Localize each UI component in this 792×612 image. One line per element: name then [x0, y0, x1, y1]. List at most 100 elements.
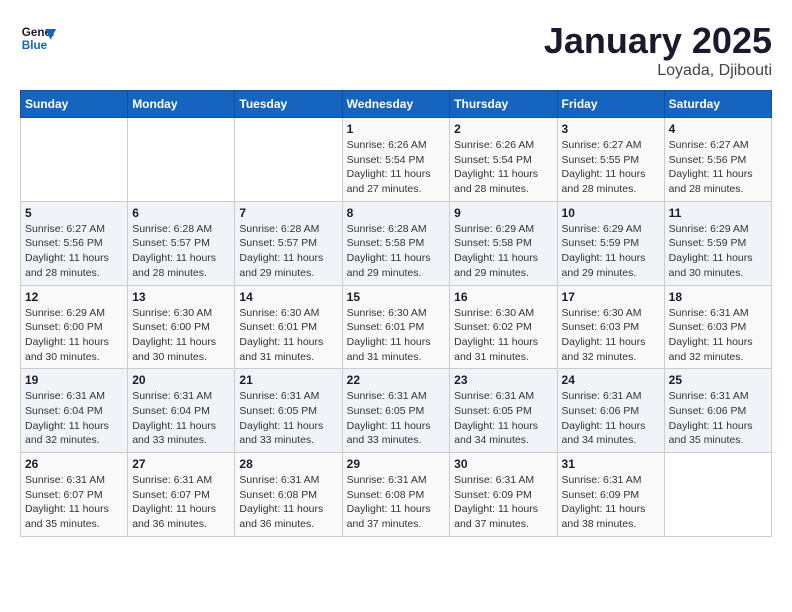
calendar-cell: 2 Sunrise: 6:26 AM Sunset: 5:54 PM Daylig…	[450, 118, 557, 202]
day-info: Sunrise: 6:30 AM Sunset: 6:00 PM Dayligh…	[132, 306, 230, 365]
calendar-cell: 9 Sunrise: 6:29 AM Sunset: 5:58 PM Daylig…	[450, 201, 557, 285]
header-saturday: Saturday	[664, 91, 771, 118]
day-number: 20	[132, 373, 230, 387]
calendar-cell: 10Sunrise: 6:29 AM Sunset: 5:59 PM Dayli…	[557, 201, 664, 285]
day-number: 5	[25, 206, 123, 220]
day-info: Sunrise: 6:31 AM Sunset: 6:05 PM Dayligh…	[239, 389, 337, 448]
calendar-cell: 21 Sunrise: 6:31 AM Sunset: 6:05 PM Dayli…	[235, 369, 342, 453]
calendar-cell: 15 Sunrise: 6:30 AM Sunset: 6:01 PM Dayli…	[342, 285, 450, 369]
day-info: Sunrise: 6:27 AM Sunset: 5:56 PM Dayligh…	[25, 222, 123, 281]
logo: General Blue	[20, 20, 60, 61]
header-monday: Monday	[128, 91, 235, 118]
calendar-cell: 4Sunrise: 6:27 AM Sunset: 5:56 PM Daylig…	[664, 118, 771, 202]
calendar-body: 1 Sunrise: 6:26 AM Sunset: 5:54 PM Daylig…	[21, 118, 772, 537]
page-header: General Blue January 2025 Loyada, Djibou…	[20, 20, 772, 80]
day-info: Sunrise: 6:31 AM Sunset: 6:04 PM Dayligh…	[132, 389, 230, 448]
calendar-week-3: 12Sunrise: 6:29 AM Sunset: 6:00 PM Dayli…	[21, 285, 772, 369]
day-number: 8	[347, 206, 446, 220]
day-info: Sunrise: 6:30 AM Sunset: 6:01 PM Dayligh…	[347, 306, 446, 365]
day-number: 10	[562, 206, 660, 220]
calendar-table: Sunday Monday Tuesday Wednesday Thursday…	[20, 90, 772, 537]
calendar-week-4: 19 Sunrise: 6:31 AM Sunset: 6:04 PM Dayli…	[21, 369, 772, 453]
day-number: 30	[454, 457, 552, 471]
header-row: Sunday Monday Tuesday Wednesday Thursday…	[21, 91, 772, 118]
day-info: Sunrise: 6:29 AM Sunset: 5:58 PM Dayligh…	[454, 222, 552, 281]
day-info: Sunrise: 6:30 AM Sunset: 6:03 PM Dayligh…	[562, 306, 660, 365]
header-sunday: Sunday	[21, 91, 128, 118]
day-info: Sunrise: 6:31 AM Sunset: 6:05 PM Dayligh…	[347, 389, 446, 448]
day-info: Sunrise: 6:30 AM Sunset: 6:02 PM Dayligh…	[454, 306, 552, 365]
day-number: 11	[669, 206, 767, 220]
calendar-cell: 31Sunrise: 6:31 AM Sunset: 6:09 PM Dayli…	[557, 453, 664, 537]
day-number: 18	[669, 290, 767, 304]
calendar-week-2: 5 Sunrise: 6:27 AM Sunset: 5:56 PM Daylig…	[21, 201, 772, 285]
day-number: 16	[454, 290, 552, 304]
calendar-week-1: 1 Sunrise: 6:26 AM Sunset: 5:54 PM Daylig…	[21, 118, 772, 202]
day-number: 29	[347, 457, 446, 471]
calendar-cell: 27 Sunrise: 6:31 AM Sunset: 6:07 PM Dayli…	[128, 453, 235, 537]
header-friday: Friday	[557, 91, 664, 118]
calendar-cell	[235, 118, 342, 202]
day-number: 13	[132, 290, 230, 304]
calendar-cell: 12Sunrise: 6:29 AM Sunset: 6:00 PM Dayli…	[21, 285, 128, 369]
calendar-cell: 18 Sunrise: 6:31 AM Sunset: 6:03 PM Dayli…	[664, 285, 771, 369]
day-info: Sunrise: 6:31 AM Sunset: 6:07 PM Dayligh…	[132, 473, 230, 532]
header-thursday: Thursday	[450, 91, 557, 118]
day-number: 6	[132, 206, 230, 220]
day-info: Sunrise: 6:27 AM Sunset: 5:55 PM Dayligh…	[562, 138, 660, 197]
day-number: 23	[454, 373, 552, 387]
day-number: 22	[347, 373, 446, 387]
day-info: Sunrise: 6:29 AM Sunset: 5:59 PM Dayligh…	[669, 222, 767, 281]
day-info: Sunrise: 6:30 AM Sunset: 6:01 PM Dayligh…	[239, 306, 337, 365]
calendar-cell: 20 Sunrise: 6:31 AM Sunset: 6:04 PM Dayli…	[128, 369, 235, 453]
svg-text:Blue: Blue	[22, 39, 48, 52]
page-title: January 2025	[544, 20, 772, 62]
calendar-cell: 28Sunrise: 6:31 AM Sunset: 6:08 PM Dayli…	[235, 453, 342, 537]
calendar-cell: 26Sunrise: 6:31 AM Sunset: 6:07 PM Dayli…	[21, 453, 128, 537]
calendar-header: Sunday Monday Tuesday Wednesday Thursday…	[21, 91, 772, 118]
day-info: Sunrise: 6:28 AM Sunset: 5:57 PM Dayligh…	[239, 222, 337, 281]
calendar-cell: 3Sunrise: 6:27 AM Sunset: 5:55 PM Daylig…	[557, 118, 664, 202]
day-info: Sunrise: 6:26 AM Sunset: 5:54 PM Dayligh…	[454, 138, 552, 197]
day-info: Sunrise: 6:31 AM Sunset: 6:08 PM Dayligh…	[239, 473, 337, 532]
calendar-cell	[664, 453, 771, 537]
day-info: Sunrise: 6:26 AM Sunset: 5:54 PM Dayligh…	[347, 138, 446, 197]
calendar-cell: 14 Sunrise: 6:30 AM Sunset: 6:01 PM Dayli…	[235, 285, 342, 369]
day-info: Sunrise: 6:31 AM Sunset: 6:03 PM Dayligh…	[669, 306, 767, 365]
calendar-cell: 19 Sunrise: 6:31 AM Sunset: 6:04 PM Dayli…	[21, 369, 128, 453]
day-number: 9	[454, 206, 552, 220]
calendar-cell: 7Sunrise: 6:28 AM Sunset: 5:57 PM Daylig…	[235, 201, 342, 285]
calendar-cell: 6 Sunrise: 6:28 AM Sunset: 5:57 PM Daylig…	[128, 201, 235, 285]
page-subtitle: Loyada, Djibouti	[544, 62, 772, 80]
calendar-cell: 23Sunrise: 6:31 AM Sunset: 6:05 PM Dayli…	[450, 369, 557, 453]
day-info: Sunrise: 6:31 AM Sunset: 6:06 PM Dayligh…	[562, 389, 660, 448]
day-number: 27	[132, 457, 230, 471]
day-number: 21	[239, 373, 337, 387]
calendar-cell: 5 Sunrise: 6:27 AM Sunset: 5:56 PM Daylig…	[21, 201, 128, 285]
calendar-cell: 13 Sunrise: 6:30 AM Sunset: 6:00 PM Dayli…	[128, 285, 235, 369]
calendar-cell: 17Sunrise: 6:30 AM Sunset: 6:03 PM Dayli…	[557, 285, 664, 369]
day-number: 25	[669, 373, 767, 387]
calendar-week-5: 26Sunrise: 6:31 AM Sunset: 6:07 PM Dayli…	[21, 453, 772, 537]
day-info: Sunrise: 6:28 AM Sunset: 5:58 PM Dayligh…	[347, 222, 446, 281]
day-number: 14	[239, 290, 337, 304]
title-block: January 2025 Loyada, Djibouti	[544, 20, 772, 80]
day-info: Sunrise: 6:31 AM Sunset: 6:08 PM Dayligh…	[347, 473, 446, 532]
calendar-cell: 24Sunrise: 6:31 AM Sunset: 6:06 PM Dayli…	[557, 369, 664, 453]
day-info: Sunrise: 6:31 AM Sunset: 6:06 PM Dayligh…	[669, 389, 767, 448]
day-info: Sunrise: 6:28 AM Sunset: 5:57 PM Dayligh…	[132, 222, 230, 281]
day-number: 1	[347, 122, 446, 136]
day-number: 12	[25, 290, 123, 304]
day-info: Sunrise: 6:31 AM Sunset: 6:09 PM Dayligh…	[562, 473, 660, 532]
header-wednesday: Wednesday	[342, 91, 450, 118]
calendar-cell: 25 Sunrise: 6:31 AM Sunset: 6:06 PM Dayli…	[664, 369, 771, 453]
day-info: Sunrise: 6:31 AM Sunset: 6:04 PM Dayligh…	[25, 389, 123, 448]
calendar-cell	[21, 118, 128, 202]
day-number: 2	[454, 122, 552, 136]
calendar-cell: 16 Sunrise: 6:30 AM Sunset: 6:02 PM Dayli…	[450, 285, 557, 369]
calendar-cell: 29 Sunrise: 6:31 AM Sunset: 6:08 PM Dayli…	[342, 453, 450, 537]
day-number: 19	[25, 373, 123, 387]
day-info: Sunrise: 6:31 AM Sunset: 6:07 PM Dayligh…	[25, 473, 123, 532]
day-number: 15	[347, 290, 446, 304]
header-tuesday: Tuesday	[235, 91, 342, 118]
